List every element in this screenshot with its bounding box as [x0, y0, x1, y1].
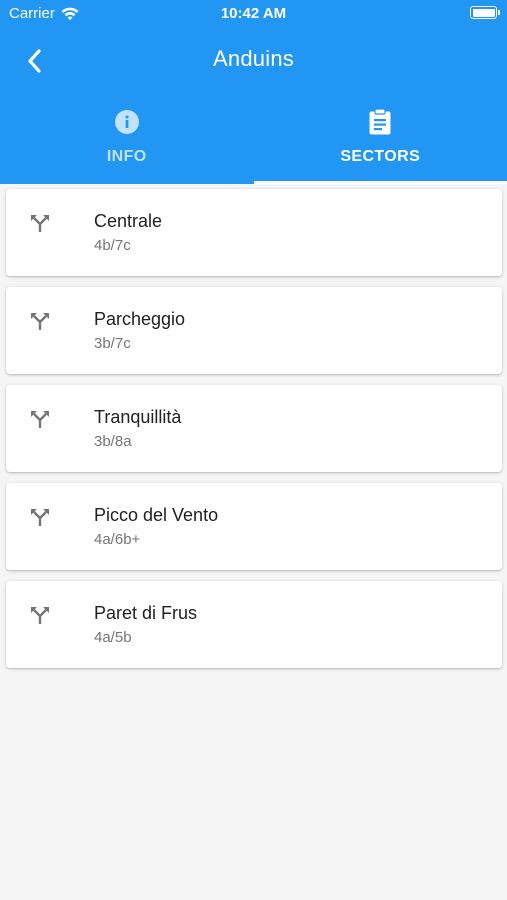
sector-card[interactable]: Picco del Vento 4a/6b+	[6, 483, 502, 570]
call-split-icon	[31, 411, 49, 428]
sector-card[interactable]: Parcheggio 3b/7c	[6, 287, 502, 374]
call-split-icon	[31, 509, 49, 526]
status-time: 10:42 AM	[220, 5, 287, 22]
sector-name: Paret di Frus	[94, 603, 198, 623]
sector-name: Picco del Vento	[94, 505, 219, 525]
header: Carrier 10:42 AM Anduins INFO SECTORS	[0, 0, 507, 184]
call-split-icon	[31, 215, 49, 232]
sector-grade: 3b/8a	[94, 433, 132, 450]
sector-name: Centrale	[94, 211, 163, 231]
tab-bar: INFO SECTORS	[0, 100, 507, 184]
page-title: Anduins	[213, 46, 294, 71]
sector-name: Parcheggio	[94, 309, 186, 329]
call-split-icon	[31, 313, 49, 330]
tab-sectors-label: SECTORS	[340, 148, 421, 165]
sector-grade: 4b/7c	[94, 237, 131, 254]
tab-indicator	[253, 181, 507, 184]
sector-card[interactable]: Paret di Frus 4a/5b	[6, 581, 502, 668]
clipboard-icon	[369, 108, 391, 135]
sector-grade: 3b/7c	[94, 335, 131, 352]
tab-info-label: INFO	[106, 148, 147, 165]
app-root: Carrier 10:42 AM Anduins INFO SECTORS Ce…	[0, 0, 507, 900]
battery-icon	[470, 6, 500, 19]
sector-card[interactable]: Centrale 4b/7c	[6, 189, 502, 276]
sector-list: Centrale 4b/7c Parcheggio 3b/7c Tranquil…	[6, 189, 502, 679]
status-bar: Carrier 10:42 AM	[0, 0, 507, 28]
sector-name: Tranquillità	[94, 407, 182, 427]
sector-grade: 4a/6b+	[94, 531, 141, 548]
sector-card[interactable]: Tranquillità 3b/8a	[6, 385, 502, 472]
tab-info[interactable]: INFO	[0, 100, 254, 184]
app-bar: Anduins	[0, 38, 507, 82]
sector-grade: 4a/5b	[94, 629, 132, 646]
tab-sectors[interactable]: SECTORS	[253, 100, 507, 184]
info-icon	[114, 110, 139, 134]
call-split-icon	[31, 607, 49, 624]
